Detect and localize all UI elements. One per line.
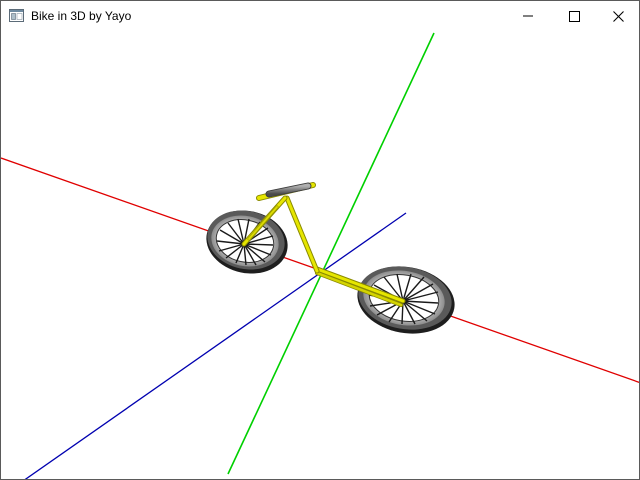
close-icon [612, 10, 624, 22]
minimize-button[interactable] [505, 1, 551, 31]
3d-viewport[interactable] [1, 31, 639, 479]
title-bar[interactable]: Bike in 3D by Yayo [1, 1, 639, 31]
maximize-icon [568, 10, 580, 22]
window-title: Bike in 3D by Yayo [31, 9, 132, 23]
minimize-icon [523, 11, 533, 21]
application-window-icon[interactable] [9, 9, 24, 22]
close-button[interactable] [595, 1, 639, 31]
maximize-button[interactable] [551, 1, 597, 31]
scene-canvas[interactable] [1, 31, 639, 479]
application-window: Bike in 3D by Yayo [0, 0, 640, 480]
rear-wheel [357, 266, 455, 334]
